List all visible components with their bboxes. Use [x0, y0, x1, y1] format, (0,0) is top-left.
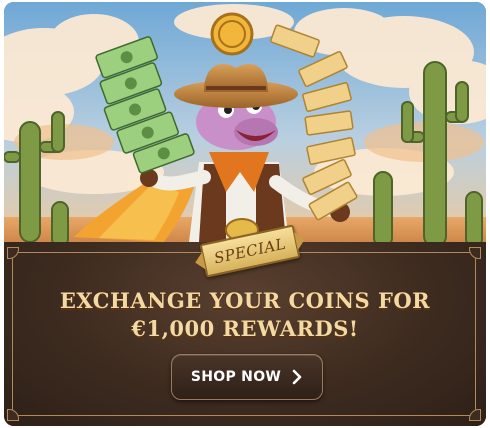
shop-now-label: SHOP NOW — [190, 369, 282, 385]
headline-line2: €1,000 REWARDS! — [131, 316, 359, 341]
headline-line1: EXCHANGE YOUR COINS FOR — [59, 288, 431, 313]
promo-card[interactable]: SPECIAL EXCHANGE YOUR COINS FOR €1,000 R… — [4, 2, 486, 426]
hero-illustration — [4, 2, 486, 252]
shop-now-button[interactable]: SHOP NOW — [171, 354, 323, 400]
chevron-right-icon — [292, 369, 302, 385]
special-badge-label: SPECIAL — [212, 234, 288, 268]
